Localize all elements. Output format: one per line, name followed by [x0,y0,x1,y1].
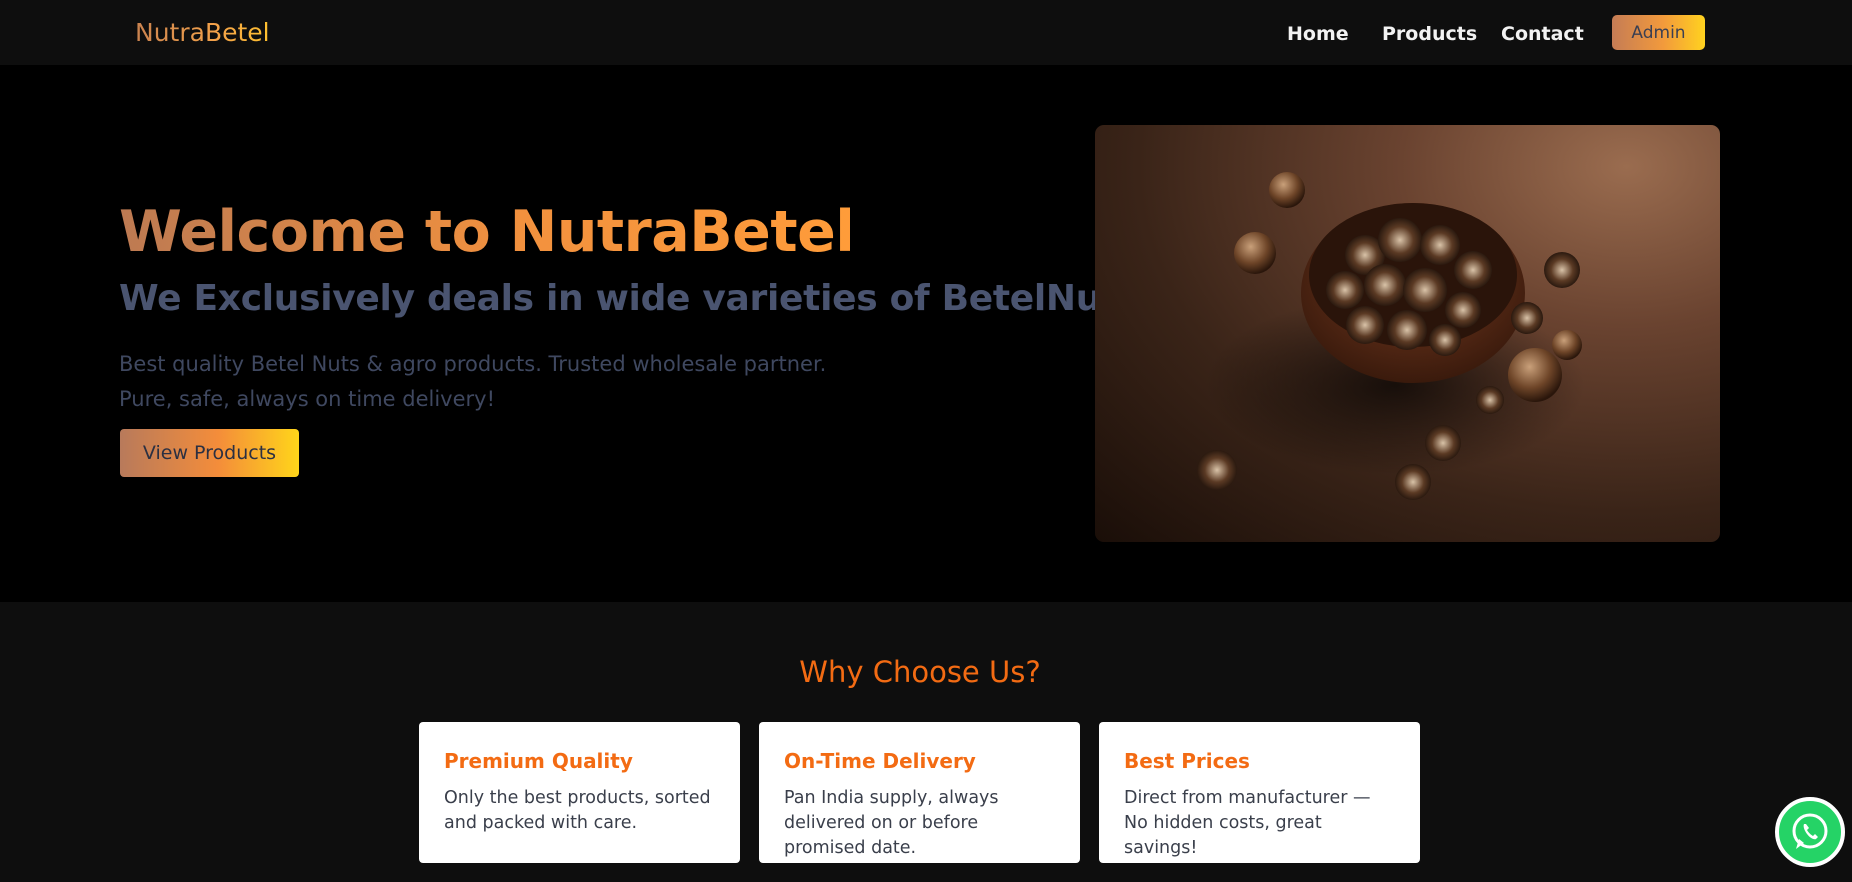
betel-nuts-bowl-illustration [1197,172,1585,500]
hero-subtitle-text: We Exclusively deals in wide varieties o… [119,278,1153,319]
hero-section: Welcome to NutraBetel We Exclusively dea… [0,65,1852,602]
view-products-button[interactable]: View Products [120,429,299,477]
why-choose-us-section: Why Choose Us? Premium Quality Only the … [0,602,1852,882]
card-title: Premium Quality [444,749,633,773]
nav-link-home[interactable]: Home [1287,22,1349,46]
whatsapp-icon [1792,813,1828,849]
admin-button[interactable]: Admin [1612,15,1705,50]
card-title: On-Time Delivery [784,749,976,773]
card-text: Pan India supply, always delivered on or… [784,788,999,858]
card-text: Direct from manufacturer — No hidden cos… [1124,788,1371,858]
brand-logo[interactable]: NutraBetel [135,18,270,48]
nav-link-products[interactable]: Products [1382,22,1477,46]
hero-description: Best quality Betel Nuts & agro products.… [119,347,879,417]
card-title: Best Prices [1124,749,1250,773]
feature-card-best-prices: Best Prices Direct from manufacturer — N… [1099,722,1420,863]
hero-description-line: Best quality Betel Nuts & agro products.… [119,352,827,376]
feature-card-premium-quality: Premium Quality Only the best products, … [419,722,740,863]
betel-nuts-bowl-photo [1095,125,1720,542]
navbar: NutraBetel Home Products Contact Admin [0,0,1852,65]
nav-link-contact[interactable]: Contact [1501,22,1584,46]
hero-title: Welcome to NutraBetel [119,199,855,265]
hero-description-line: Pure, safe, always on time delivery! [119,387,496,411]
card-text: Only the best products, sorted and packe… [444,788,711,833]
whatsapp-button[interactable] [1775,797,1845,867]
why-choose-us-title: Why Choose Us? [799,655,1041,689]
hero-subtitle: We Exclusively deals in wide varieties o… [119,277,1165,321]
feature-card-on-time-delivery: On-Time Delivery Pan India supply, alway… [759,722,1080,863]
